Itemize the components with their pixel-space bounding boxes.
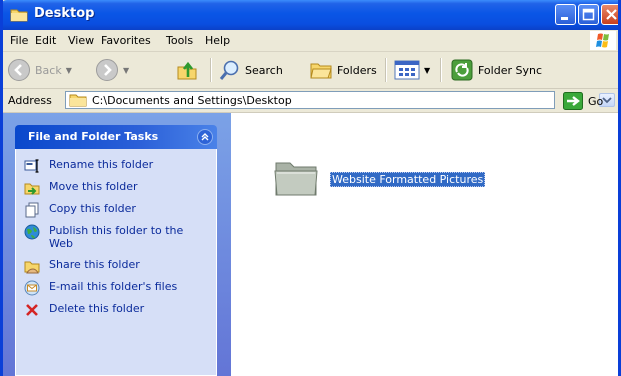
toolbar-separator [385,58,387,82]
search-icon [219,60,239,80]
task-label: E-mail this folder's files [49,280,178,293]
task-panel-header[interactable]: File and Folder Tasks [15,125,217,149]
content-area: File and Folder Tasks Rename this folder… [3,113,618,376]
file-folder-tasks-panel: File and Folder Tasks Rename this folder… [15,125,217,376]
address-input[interactable]: C:\Documents and Settings\Desktop [65,91,615,109]
task-delete-folder[interactable]: Delete this folder [24,302,199,318]
rename-icon [24,159,39,173]
folders-label: Folders [337,63,377,77]
up-folder-icon [177,61,197,80]
maximize-icon [582,8,595,21]
menu-help[interactable]: Help [205,34,230,47]
task-label: Share this folder [49,258,140,271]
back-arrow-icon [8,59,30,81]
chevron-up-icon [201,133,209,141]
menu-edit[interactable]: Edit [35,34,56,47]
task-rename-folder[interactable]: Rename this folder [24,158,199,174]
menu-favorites[interactable]: Favorites [101,34,151,47]
move-icon [24,183,40,195]
go-arrow-icon [563,92,583,110]
folder-name[interactable]: Website Formatted Pictures [330,172,486,187]
folders-button[interactable]: Folders [309,52,377,88]
collapse-button[interactable] [197,129,213,145]
windows-logo [590,31,616,50]
task-label: Copy this folder [49,202,136,215]
back-label: Back [35,63,62,77]
chevron-down-icon: ▼ [424,65,431,75]
forward-arrow-icon [96,59,118,81]
close-button[interactable] [601,4,618,25]
toolbar-separator [210,58,212,82]
chevron-down-icon: ▼ [65,65,72,75]
close-icon [606,9,617,20]
windows-flag-icon [596,33,609,48]
views-button[interactable]: ▼ [394,52,430,88]
task-copy-folder[interactable]: Copy this folder [24,202,199,218]
task-label: Move this folder [49,180,138,193]
explorer-window: Desktop File Edit View Favorites Tools H… [0,0,621,376]
toolbar-separator [440,58,442,82]
maximize-button[interactable] [578,4,599,25]
menu-bar: File Edit View Favorites Tools Help [3,30,618,52]
folder-sync-button[interactable]: Folder Sync [450,52,542,88]
folder-icon [10,9,28,22]
views-icon [394,60,420,80]
back-button[interactable]: Back ▼ [7,52,72,88]
menu-tools[interactable]: Tools [166,34,193,47]
chevron-down-icon: ▼ [123,65,130,75]
folder-item[interactable] [273,157,319,202]
search-button[interactable]: Search [219,52,283,88]
menu-file[interactable]: File [10,34,28,47]
folder-icon [274,162,318,196]
go-label: Go [588,94,604,108]
minimize-icon [561,17,568,20]
task-share-folder[interactable]: Share this folder [24,258,199,274]
go-button[interactable]: Go [563,92,603,110]
address-bar: Address C:\Documents and Settings\Deskto… [3,89,618,113]
title-bar[interactable]: Desktop [3,0,618,30]
task-panel-title: File and Folder Tasks [28,130,159,143]
task-pane: File and Folder Tasks Rename this folder… [3,113,231,376]
window-title: Desktop [34,6,95,21]
address-path: C:\Documents and Settings\Desktop [92,94,292,107]
minimize-button[interactable] [555,4,576,25]
search-label: Search [245,63,283,77]
task-move-folder[interactable]: Move this folder [24,180,199,196]
email-icon [24,280,40,296]
forward-button[interactable]: ▼ [95,52,129,88]
globe-icon [24,224,40,240]
folder-sync-label: Folder Sync [478,63,543,77]
copy-icon [25,202,39,218]
up-folder-button[interactable] [175,52,199,88]
folders-icon [310,63,332,79]
task-label: Rename this folder [49,158,154,171]
menu-view[interactable]: View [68,34,94,47]
share-icon [24,261,40,274]
task-email-folder[interactable]: E-mail this folder's files [24,280,199,296]
task-list: Rename this folder Move this folder Copy… [15,149,217,376]
task-label: Publish this folder to the Web [49,224,184,250]
delete-icon [26,304,38,316]
folder-icon [69,94,87,107]
task-label: Delete this folder [49,302,145,315]
task-publish-folder[interactable]: Publish this folder to the Web [24,224,199,250]
toolbar: Back ▼ ▼ Search Folders ▼ Folder Sync [3,52,618,89]
folder-sync-icon [451,59,473,81]
address-label: Address [8,94,52,107]
